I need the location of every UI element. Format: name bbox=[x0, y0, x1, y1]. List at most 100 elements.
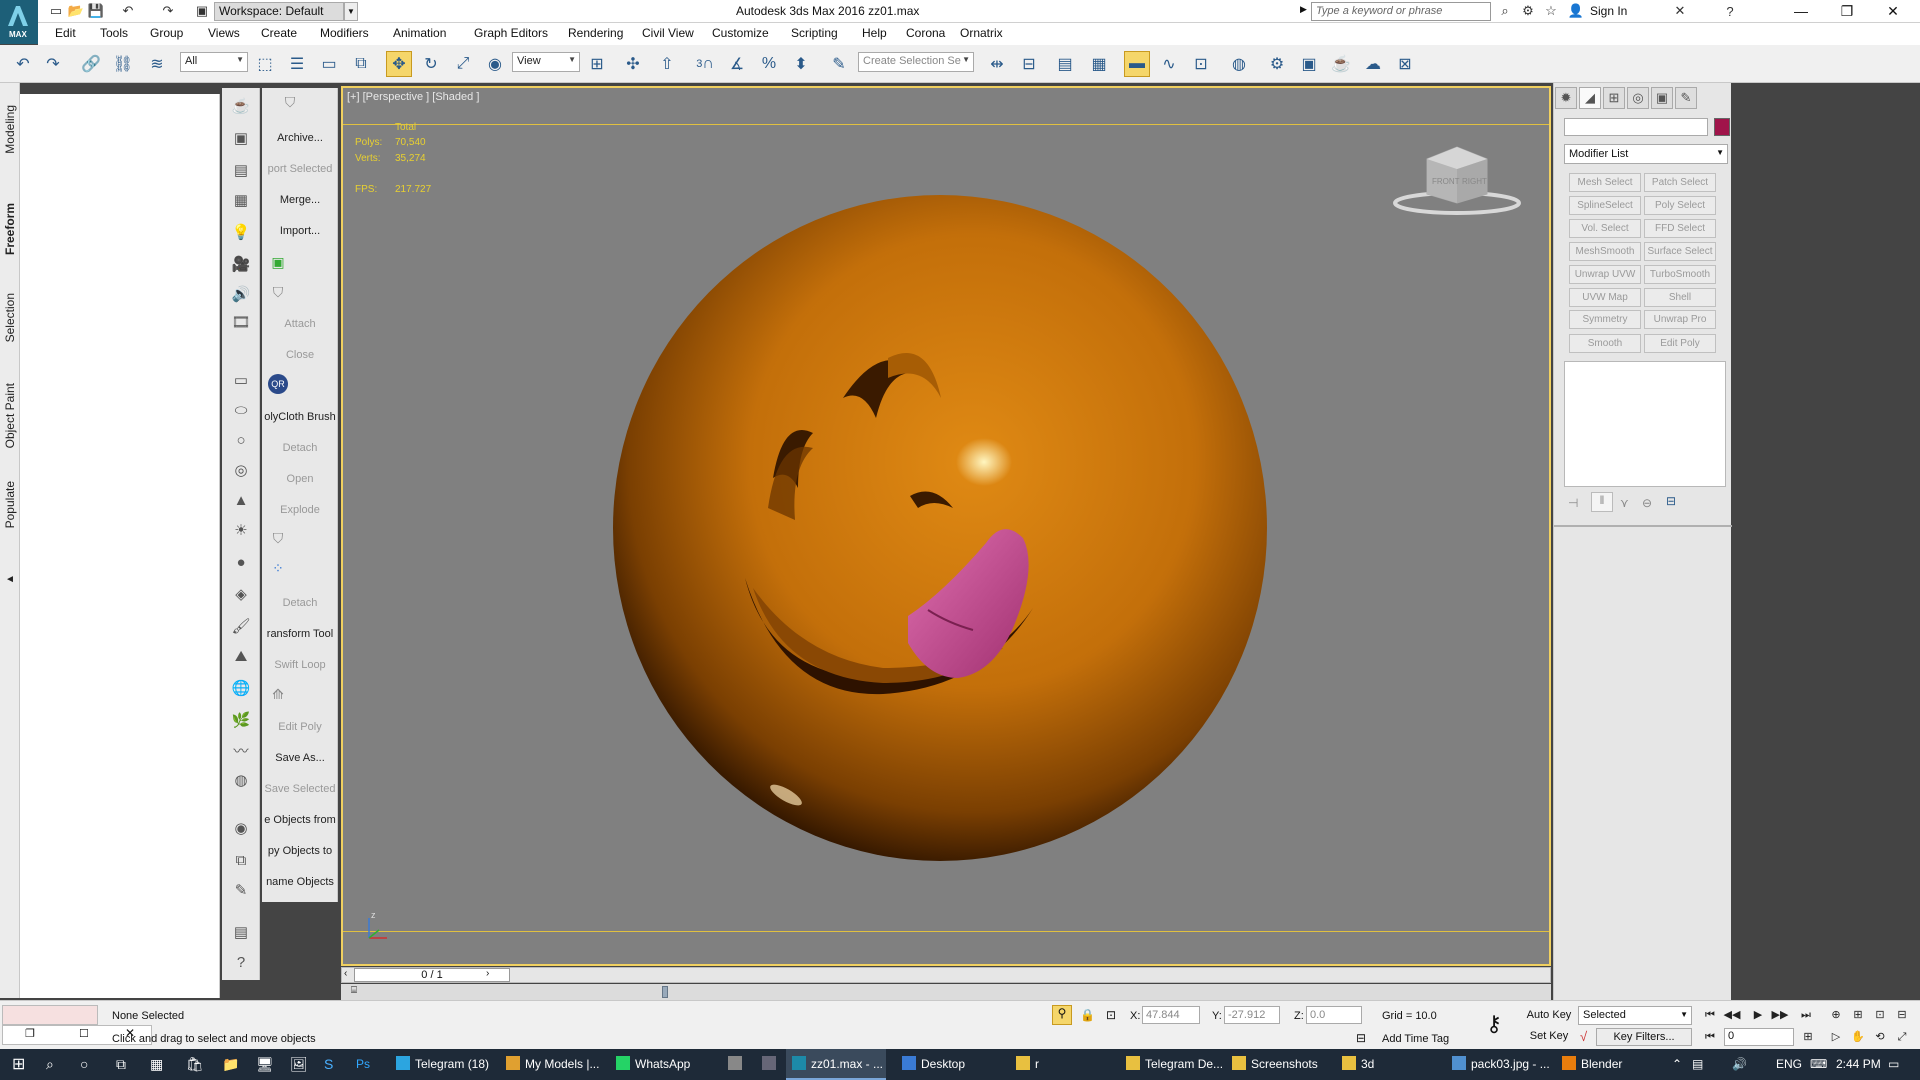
render-iterative-icon[interactable]: ☁ bbox=[1360, 51, 1386, 77]
paint-brush-icon[interactable]: 🖌 bbox=[229, 614, 253, 638]
select-and-rotate-icon[interactable]: ↻ bbox=[418, 51, 444, 77]
select-and-link-icon[interactable]: 🔗 bbox=[78, 51, 104, 77]
vol-select-button[interactable]: Vol. Select bbox=[1569, 219, 1641, 238]
menu-tools[interactable]: Tools bbox=[100, 26, 128, 40]
previous-frame-icon[interactable]: ◀◀ bbox=[1722, 1006, 1742, 1024]
ribbon-expand-icon[interactable]: ▸ bbox=[3, 573, 17, 587]
show-hidden-icons-icon[interactable]: ⌃ bbox=[1672, 1049, 1682, 1080]
explode-button[interactable]: Explode bbox=[262, 504, 337, 516]
menu-animation[interactable]: Animation bbox=[393, 26, 446, 40]
menu-civil-view[interactable]: Civil View bbox=[642, 26, 694, 40]
rendered-frame-window-icon[interactable]: ▣ bbox=[1296, 51, 1322, 77]
import-button[interactable]: Import... bbox=[262, 225, 337, 237]
schematic-view-icon[interactable]: ⊡ bbox=[1188, 51, 1214, 77]
display-tab-icon[interactable]: ▣ bbox=[1651, 87, 1673, 109]
task-view-icon[interactable]: ⧉ bbox=[116, 1049, 126, 1080]
circle-shape-icon[interactable]: ○ bbox=[229, 428, 253, 452]
named-selection-set-dropdown[interactable]: Create Selection Se ▼ bbox=[858, 52, 974, 72]
tab-modeling[interactable]: Modeling bbox=[3, 105, 17, 154]
menu-help[interactable]: Help bbox=[862, 26, 887, 40]
archive-button[interactable]: Archive... bbox=[262, 132, 337, 144]
plane-icon[interactable]: ◈ bbox=[229, 582, 253, 606]
turbosmooth-button[interactable]: TurboSmooth bbox=[1644, 265, 1716, 284]
render-in-cloud-icon[interactable]: ⊠ bbox=[1392, 51, 1418, 77]
speaker-icon[interactable]: 🔊 bbox=[229, 282, 253, 306]
batch-render-icon[interactable]: ▤ bbox=[229, 920, 253, 944]
perspective-viewport[interactable]: [+] [Perspective ] [Shaded ] Total Polys… bbox=[341, 86, 1551, 966]
utilities-tab-icon[interactable]: ✎ bbox=[1675, 87, 1697, 109]
curve-editor-icon[interactable]: ∿ bbox=[1156, 51, 1182, 77]
cone-icon[interactable]: ▲ bbox=[229, 488, 253, 512]
binoculars-icon[interactable]: ⌕ bbox=[1497, 3, 1513, 19]
favorites-star-icon[interactable]: ☆ bbox=[1543, 3, 1559, 19]
set-keys-key-icon[interactable]: ⚷ bbox=[1486, 1013, 1502, 1035]
attach-button[interactable]: Attach bbox=[262, 318, 337, 330]
tab-object-paint[interactable]: Object Paint bbox=[3, 383, 17, 448]
task-blender[interactable]: Blender bbox=[1556, 1049, 1656, 1080]
edit-poly-button[interactable]: Edit Poly bbox=[262, 721, 337, 733]
task-snipping[interactable] bbox=[722, 1049, 752, 1080]
transform-tool-button[interactable]: ransform Tool bbox=[262, 628, 337, 640]
tab-selection[interactable]: Selection bbox=[3, 293, 17, 342]
menu-corona[interactable]: Corona bbox=[906, 26, 945, 40]
image-viewer-icon[interactable]: 🖼 bbox=[290, 1049, 308, 1080]
tab-freeform[interactable]: Freeform bbox=[3, 203, 17, 255]
shell-button[interactable]: Shell bbox=[1644, 288, 1716, 307]
rectangular-selection-icon[interactable]: ▭ bbox=[316, 51, 342, 77]
go-to-end-icon[interactable]: ⏭ bbox=[1796, 1006, 1816, 1024]
spinner-snap-icon[interactable]: ⬍ bbox=[788, 51, 814, 77]
render-setup-icon[interactable]: ▣ bbox=[229, 126, 253, 150]
zoom-extents-all-icon[interactable]: ⊟ bbox=[1892, 1006, 1912, 1024]
z-coord-field[interactable]: 0.0 bbox=[1306, 1006, 1362, 1024]
material-ball-icon[interactable]: ◍ bbox=[229, 768, 253, 792]
select-and-place-icon[interactable]: ◉ bbox=[482, 51, 508, 77]
menu-ornatrix[interactable]: Ornatrix bbox=[960, 26, 1003, 40]
time-slider-prev-icon[interactable]: ‹ bbox=[344, 968, 347, 979]
add-time-tag-button[interactable]: Add Time Tag bbox=[1382, 1033, 1449, 1045]
workspace-dropdown[interactable]: Workspace: Default bbox=[214, 2, 344, 21]
cortana-icon[interactable]: ○ bbox=[80, 1049, 88, 1080]
monitor-icon[interactable]: 🖥 bbox=[256, 1049, 274, 1080]
zoom-extents-icon[interactable]: ⊡ bbox=[1870, 1006, 1890, 1024]
task-telegram[interactable]: Telegram (18) bbox=[390, 1049, 490, 1080]
absolute-mode-icon[interactable]: ⊡ bbox=[1106, 1008, 1116, 1022]
keyboard-shortcut-override-icon[interactable]: ⇧ bbox=[654, 51, 680, 77]
paste-objects-from-button[interactable]: e Objects from bbox=[262, 814, 337, 826]
create-tab-icon[interactable]: ✹ bbox=[1555, 87, 1577, 109]
tab-populate[interactable]: Populate bbox=[3, 481, 17, 528]
object-name-field[interactable] bbox=[1564, 118, 1708, 136]
maximize-viewport-icon[interactable]: ⤢ bbox=[1892, 1028, 1912, 1046]
qr-icon[interactable]: QR bbox=[268, 374, 288, 394]
unwrap-uvw-button[interactable]: Unwrap UVW bbox=[1569, 265, 1641, 284]
task-desktop[interactable]: Desktop bbox=[896, 1049, 1006, 1080]
subscription-icon[interactable]: ⚙ bbox=[1520, 3, 1536, 19]
mesh-select-button[interactable]: Mesh Select bbox=[1569, 173, 1641, 192]
menu-scripting[interactable]: Scripting bbox=[791, 26, 838, 40]
search-input[interactable]: Type a keyword or phrase bbox=[1311, 2, 1491, 21]
poly-select-button[interactable]: Poly Select bbox=[1644, 196, 1716, 215]
pivot-center-icon[interactable]: ⊞ bbox=[584, 51, 610, 77]
selection-filter-dropdown[interactable]: All ▼ bbox=[180, 52, 248, 72]
menu-graph-editors[interactable]: Graph Editors bbox=[474, 26, 548, 40]
render-setup-icon[interactable]: ⚙ bbox=[1264, 51, 1290, 77]
swift-loop-button[interactable]: Swift Loop bbox=[262, 659, 337, 671]
key-mode-toggle-icon[interactable]: ⏮ bbox=[1700, 1028, 1720, 1046]
save-file-icon[interactable]: 💾 bbox=[88, 3, 104, 19]
reference-coordinate-dropdown[interactable]: View ▼ bbox=[512, 52, 580, 72]
sun-light-icon[interactable]: ☀ bbox=[229, 518, 253, 542]
volume-icon[interactable]: 🔊 bbox=[1732, 1049, 1747, 1080]
copy-objects-to-button[interactable]: py Objects to bbox=[262, 845, 337, 857]
scene-states-icon[interactable]: ▦ bbox=[229, 188, 253, 212]
copy-objects-icon[interactable]: ⧉ bbox=[229, 848, 253, 872]
select-object-icon[interactable]: ⬚ bbox=[252, 51, 278, 77]
make-unique-icon[interactable]: ⋎ bbox=[1620, 496, 1629, 510]
input-language[interactable]: ENG bbox=[1776, 1049, 1802, 1080]
key-filters-button[interactable]: Key Filters... bbox=[1596, 1028, 1692, 1046]
select-by-name-icon[interactable]: ☰ bbox=[284, 51, 310, 77]
restore-icon[interactable]: ❐ bbox=[1824, 0, 1870, 23]
play-icon[interactable]: ▶ bbox=[1748, 1006, 1768, 1024]
remove-modifier-icon[interactable]: ⊖ bbox=[1642, 496, 1652, 510]
hair-icon[interactable]: 〰 bbox=[229, 738, 253, 762]
default-in-out-tangents-icon[interactable]: √ bbox=[1580, 1029, 1587, 1044]
edit-named-selection-icon[interactable]: ✎ bbox=[826, 51, 852, 77]
